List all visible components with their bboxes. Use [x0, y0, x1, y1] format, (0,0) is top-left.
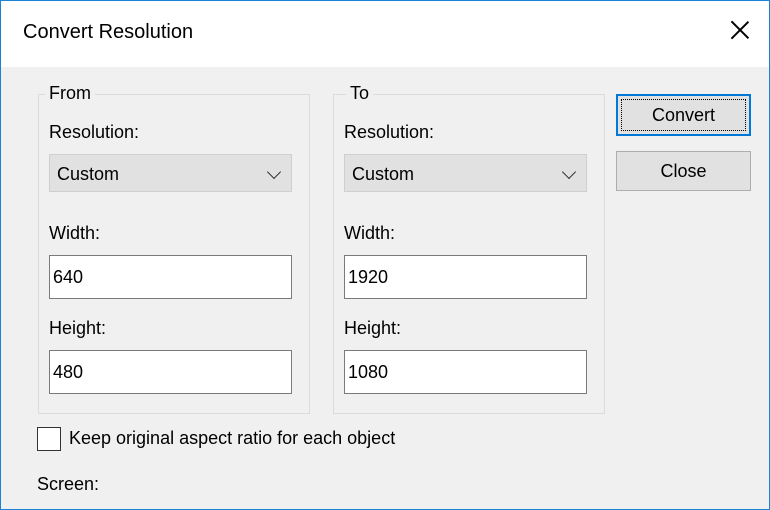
to-height-field[interactable]	[344, 350, 587, 394]
convert-button[interactable]: Convert	[616, 94, 751, 136]
from-width-field[interactable]	[49, 255, 292, 299]
title-bar: Convert Resolution	[1, 1, 769, 67]
window-title: Convert Resolution	[23, 21, 194, 43]
convert-button-label: Convert	[651, 105, 716, 125]
from-width-label: Width:	[49, 223, 101, 243]
close-button[interactable]: Close	[616, 151, 751, 191]
keep-aspect-checkbox[interactable]	[37, 427, 61, 451]
to-height-label: Height:	[344, 318, 402, 338]
to-resolution-label: Resolution:	[344, 122, 435, 142]
screen-label: Screen:	[37, 474, 100, 494]
from-height-field[interactable]	[49, 350, 292, 394]
chevron-down-icon	[266, 164, 282, 180]
from-resolution-select[interactable]: Custom	[49, 154, 292, 192]
from-height-label: Height:	[49, 318, 107, 338]
to-width-field[interactable]	[344, 255, 587, 299]
chevron-down-icon	[561, 164, 577, 180]
close-icon[interactable]	[725, 15, 755, 45]
to-resolution-select[interactable]: Custom	[344, 154, 587, 192]
from-resolution-value: Custom	[57, 164, 120, 184]
from-group-legend: From	[45, 83, 95, 104]
keep-aspect-label[interactable]: Keep original aspect ratio for each obje…	[69, 428, 395, 449]
to-resolution-value: Custom	[352, 164, 415, 184]
to-width-label: Width:	[344, 223, 396, 243]
to-group-legend: To	[346, 83, 374, 104]
close-button-label: Close	[660, 161, 707, 181]
from-resolution-label: Resolution:	[49, 122, 140, 142]
dialog-window: Convert Resolution From Resolution: Cust…	[0, 0, 770, 510]
